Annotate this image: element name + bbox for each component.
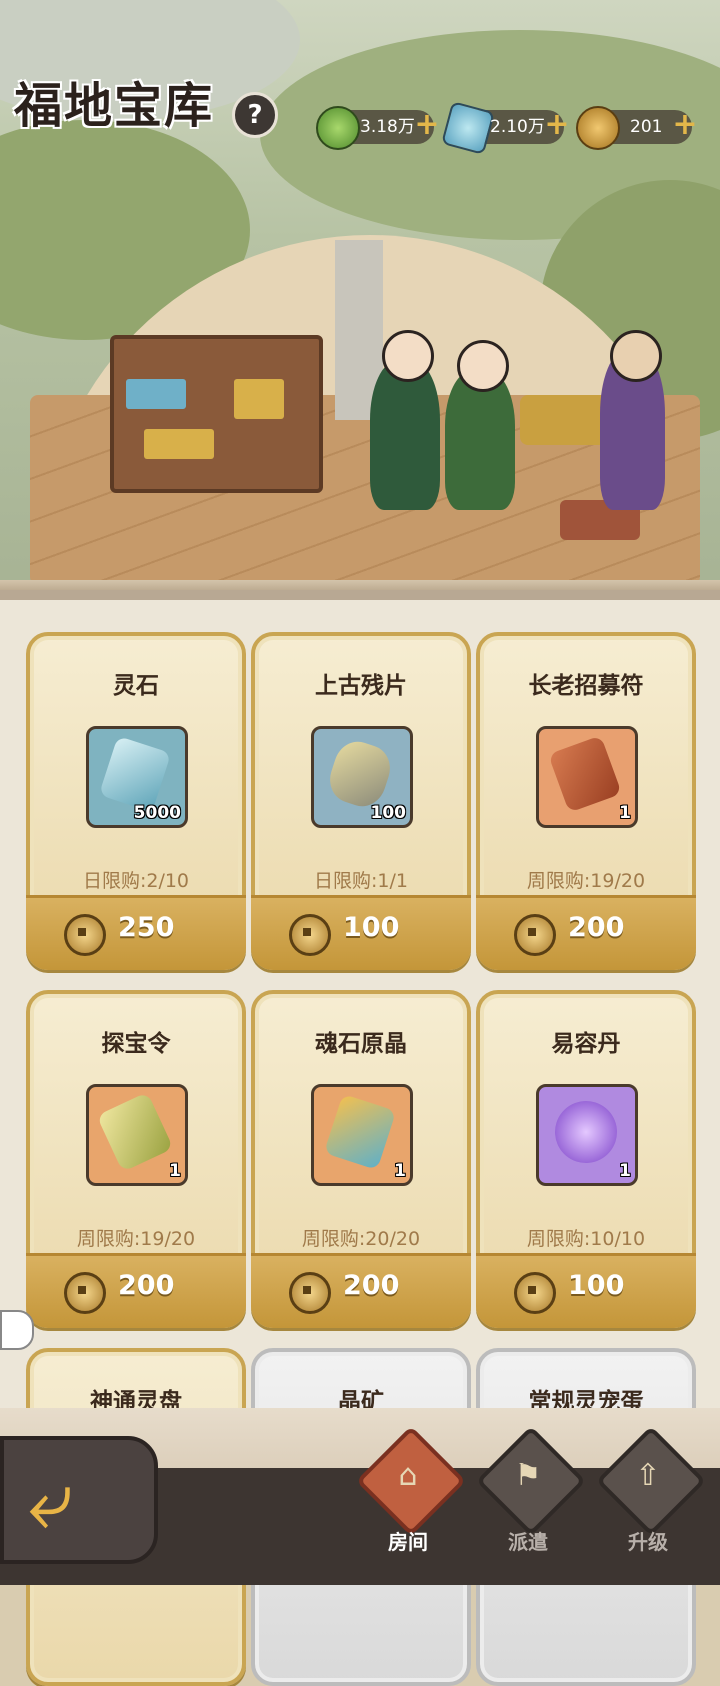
- tab-label: 升级: [628, 1530, 668, 1554]
- shop-item-card[interactable]: 易容丹 1 周限购:10/10 100: [476, 990, 696, 1328]
- spirit-stone-item-icon: 5000: [86, 726, 188, 828]
- copper-coin-icon: [576, 106, 620, 150]
- purchase-limit: 日限购:2/10: [82, 870, 190, 892]
- elder-character[interactable]: [600, 330, 665, 510]
- bottom-nav: ⤶ ⌂ 房间 ⚑ 派遣 ⇧ 升级: [0, 1408, 720, 1585]
- currency-value: 201: [630, 117, 663, 137]
- add-currency-button[interactable]: +: [414, 110, 440, 140]
- back-button[interactable]: ⤶: [0, 1436, 158, 1564]
- soul-crystal-item-icon: 1: [311, 1084, 413, 1186]
- item-name: 易容丹: [551, 1031, 621, 1057]
- tab-label: 房间: [388, 1530, 428, 1554]
- price-bar[interactable]: 100: [251, 895, 471, 970]
- flag-icon: ⚑: [514, 1458, 542, 1493]
- currency-spirit-stone: 2.10万 +: [441, 101, 570, 155]
- shop-item-card[interactable]: 灵石 5000 日限购:2/10 250: [26, 632, 246, 970]
- purchase-limit: 周限购:19/20: [526, 870, 646, 892]
- tab-upgrade[interactable]: ⇧ 升级: [595, 1425, 707, 1578]
- up-arrow-icon: ⇧: [635, 1458, 661, 1493]
- treasure-shelf[interactable]: [110, 335, 323, 493]
- recruit-talisman-item-icon: 1: [536, 726, 638, 828]
- item-name: 上古残片: [315, 673, 407, 699]
- item-price: 200: [118, 1270, 175, 1301]
- item-quantity: 1: [619, 1161, 631, 1181]
- purchase-limit: 周限购:20/20: [301, 1228, 421, 1250]
- price-bar[interactable]: 100: [476, 1253, 696, 1328]
- item-name: 长老招募符: [528, 673, 644, 699]
- currency-value: 2.10万: [490, 117, 545, 137]
- back-arrow-icon: ⤶: [28, 1453, 73, 1546]
- add-currency-button[interactable]: +: [544, 110, 570, 140]
- price-bar[interactable]: 200: [251, 1253, 471, 1328]
- item-quantity: 1: [394, 1161, 406, 1181]
- tab-dispatch[interactable]: ⚑ 派遣: [475, 1425, 587, 1578]
- chat-bubble-icon[interactable]: [0, 1310, 34, 1350]
- copper-coin-icon: [64, 914, 106, 956]
- purchase-limit: 周限购:10/10: [526, 1228, 646, 1250]
- item-price: 100: [568, 1270, 625, 1301]
- item-name: 魂石原晶: [315, 1031, 407, 1057]
- item-quantity: 1: [619, 803, 631, 823]
- copper-coin-icon: [289, 1272, 331, 1314]
- treasure-chest[interactable]: [520, 395, 610, 445]
- shop-item-card[interactable]: 上古残片 100 日限购:1/1 100: [251, 632, 471, 970]
- price-bar[interactable]: 200: [476, 895, 696, 970]
- tab-label: 派遣: [508, 1530, 548, 1554]
- copper-coin-icon: [514, 914, 556, 956]
- page-title: 福地宝库: [14, 78, 215, 134]
- currency-spirit-energy: 3.18万 +: [316, 106, 440, 150]
- house-icon: ⌂: [398, 1458, 418, 1493]
- purchase-limit: 周限购:19/20: [76, 1228, 196, 1250]
- shop-item-card[interactable]: 魂石原晶 1 周限购:20/20 200: [251, 990, 471, 1328]
- disguise-pill-item-icon: 1: [536, 1084, 638, 1186]
- item-price: 250: [118, 912, 175, 943]
- disciple-character[interactable]: [370, 330, 440, 510]
- shop-item-card[interactable]: 长老招募符 1 周限购:19/20 200: [476, 632, 696, 970]
- shop-item-card[interactable]: 探宝令 1 周限购:19/20 200: [26, 990, 246, 1328]
- currency-copper-coin: 201 +: [576, 106, 698, 150]
- treasury-scene: 福地宝库 ? 3.18万 + 2.10万 + 201 +: [0, 0, 720, 595]
- price-bar[interactable]: 200: [26, 1253, 246, 1328]
- purchase-limit: 日限购:1/1: [314, 870, 408, 892]
- ancient-fragment-item-icon: 100: [311, 726, 413, 828]
- item-quantity: 100: [370, 803, 407, 823]
- item-name: 探宝令: [101, 1031, 171, 1057]
- currency-value: 3.18万: [360, 117, 415, 137]
- add-currency-button[interactable]: +: [672, 110, 698, 140]
- tab-room[interactable]: ⌂ 房间: [355, 1425, 467, 1578]
- item-name: 灵石: [113, 673, 159, 699]
- item-quantity: 5000: [133, 803, 181, 823]
- price-bar[interactable]: 250: [26, 895, 246, 970]
- copper-coin-icon: [514, 1272, 556, 1314]
- item-quantity: 1: [169, 1161, 181, 1181]
- item-price: 200: [343, 1270, 400, 1301]
- item-price: 100: [343, 912, 400, 943]
- item-price: 200: [568, 912, 625, 943]
- help-button[interactable]: ?: [232, 92, 278, 138]
- disciple-character[interactable]: [445, 340, 515, 510]
- treasure-order-item-icon: 1: [86, 1084, 188, 1186]
- copper-coin-icon: [289, 914, 331, 956]
- spirit-energy-icon: [316, 106, 360, 150]
- copper-coin-icon: [64, 1272, 106, 1314]
